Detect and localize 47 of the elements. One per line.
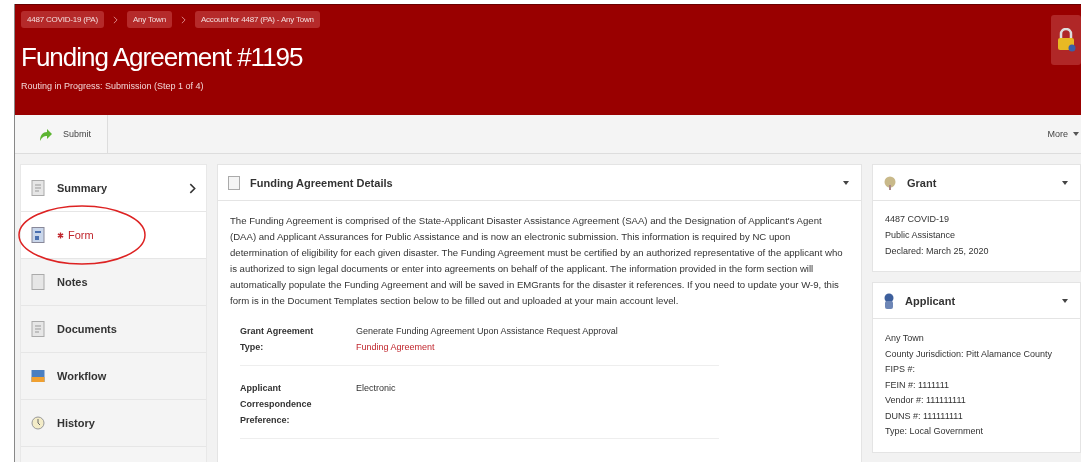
- chevron-icon: [112, 15, 118, 24]
- applicant-detail: Type: Local Government: [885, 425, 985, 438]
- document-icon: [31, 321, 45, 337]
- caret-icon[interactable]: [1062, 298, 1068, 303]
- field-value: Generate Funding Agreement Upon Assistance Request Approval: [356, 325, 618, 338]
- caret-icon[interactable]: [843, 180, 849, 185]
- person-icon: [883, 292, 895, 309]
- description-paragraph: The Funding Agreement is comprised of the State-Applicant Disaster Assistance Agreement (SAA) and the Designation of Applicant's Agent (DAA) and Applicant Assurances for Public Assistance and is now an electronic submission. This information is required by NC upon determination of eligibility for each given disaster. The Funding Agreement must be certified by an authorized representative of the applicant who is authorized to sign legal documents or enter into agreements on behalf of the applicant. The information provided in the form section will automatically populate the Funding Agreement and will be saved in EMGrants for the disaster it references. If you need to update your W-9, this form is in the Document Templates section below to be filled out and uploaded at your main account level.: [230, 214, 844, 308]
- document-icon: [228, 175, 240, 190]
- tree-icon: [883, 175, 897, 190]
- applicant-detail: DUNS #: 111111111: [885, 409, 964, 423]
- applicant-detail: FEIN #: 1111111: [885, 378, 951, 392]
- asterisk-icon: [57, 231, 64, 239]
- lock-button[interactable]: [1051, 15, 1081, 65]
- panel-title: Applicant: [905, 294, 957, 307]
- chart-icon: [31, 368, 45, 384]
- sidebar-item[interactable]: Summary: [21, 165, 206, 212]
- document-icon: [31, 227, 45, 243]
- caret-icon[interactable]: [1062, 180, 1068, 185]
- field-link[interactable]: Funding Agreement: [356, 339, 618, 355]
- document-icon: [31, 274, 45, 290]
- grant-detail: Declared: March 25, 2020: [885, 245, 990, 258]
- breadcrumb-link[interactable]: 4487 COVID-19 (PA): [21, 11, 104, 28]
- field-value: Electronic: [356, 382, 396, 395]
- padlock-icon: [1056, 28, 1076, 52]
- applicant-detail: County Jurisdiction: Pitt Alamance County: [885, 347, 1054, 361]
- page-title: Funding Agreement #1195: [21, 42, 304, 73]
- grant-detail: Public Assistance: [885, 229, 957, 242]
- more-button[interactable]: More: [1039, 115, 1081, 153]
- grant-detail: 4487 COVID-19: [885, 213, 951, 226]
- applicant-detail: Any Town: [885, 332, 925, 345]
- breadcrumb-link[interactable]: Any Town: [126, 11, 172, 28]
- applicant-detail: Vendor #: 111111111: [885, 394, 967, 407]
- applicant-detail: FIPS #:: [885, 363, 916, 376]
- clock-icon: [31, 415, 45, 431]
- arrow-icon: [37, 126, 53, 142]
- chevron-icon: [189, 182, 196, 194]
- caret-icon: [1073, 132, 1079, 136]
- routing-status: Routing in Progress: Submission (Step 1 of 4): [21, 81, 205, 91]
- field-label: Grant Agreement Type:: [240, 325, 315, 354]
- panel-title: Funding Agreement Details: [250, 176, 394, 189]
- breadcrumb-link[interactable]: Account for 4487 (PA) - Any Town: [194, 11, 320, 28]
- document-icon: [31, 180, 45, 196]
- sidebar-item[interactable]: Form: [21, 212, 206, 259]
- panel-title: Grant: [907, 176, 938, 189]
- chevron-icon: [180, 15, 186, 24]
- field-label: Applicant Correspondence Preference:: [240, 382, 313, 427]
